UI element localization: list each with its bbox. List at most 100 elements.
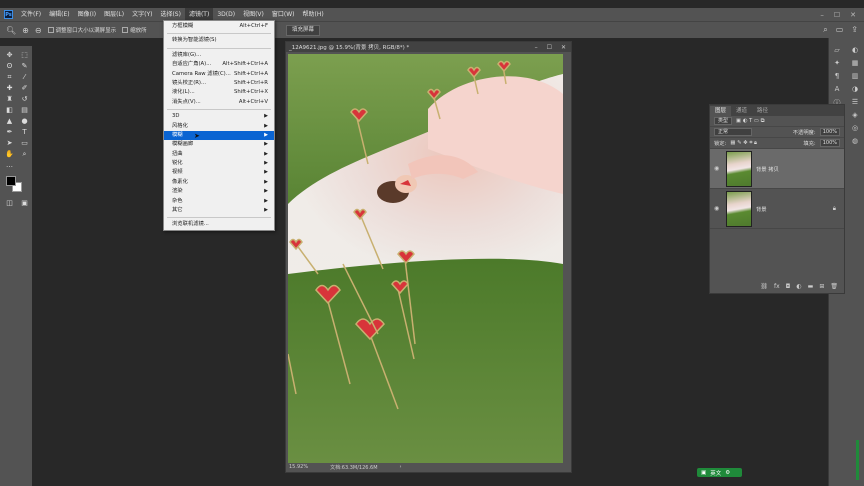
lasso-tool-icon[interactable]: ʘ — [3, 61, 16, 71]
crop-tool-icon[interactable]: ⌗ — [3, 72, 16, 82]
filter-menu-item[interactable]: 扭曲 ▶ — [164, 150, 274, 159]
filter-menu-item[interactable]: 模糊画廊 ▶ — [164, 140, 274, 149]
panel-tab[interactable]: 路径 — [752, 106, 773, 116]
hand-tool-icon[interactable]: ✋ — [3, 149, 16, 159]
filter-menu-item[interactable]: 模糊 ▶ ➤ — [164, 130, 274, 141]
dodge-tool-icon[interactable]: ● — [18, 116, 31, 126]
close-icon[interactable]: ✕ — [561, 44, 566, 51]
menu-item[interactable]: 文件(F) — [17, 8, 45, 21]
workspace-icon[interactable]: ▭ — [836, 25, 844, 35]
layers-icon[interactable]: ◈ — [849, 111, 861, 119]
history-brush-icon[interactable]: ↺ — [18, 94, 31, 104]
color-swatches[interactable] — [4, 174, 30, 194]
menu-item[interactable]: 文字(Y) — [128, 8, 156, 21]
brush-tool-icon[interactable]: ✐ — [18, 83, 31, 93]
ime-indicator[interactable]: ▣ 英文 ⚙ — [697, 468, 742, 477]
filter-menu-item[interactable]: 浏览联机滤镜... — [164, 220, 274, 229]
menu-item[interactable]: 图像(I) — [74, 8, 100, 21]
shape-tool-icon[interactable]: ▭ — [18, 138, 31, 148]
marquee-tool-icon[interactable]: ⬚ — [18, 50, 31, 60]
filter-menu-item[interactable]: 3D ▶ — [164, 112, 274, 121]
quick-select-icon[interactable]: ✎ — [18, 61, 31, 71]
filter-menu-item[interactable]: 杂色 ▶ — [164, 197, 274, 206]
image-canvas[interactable] — [288, 54, 563, 463]
filter-menu-item[interactable]: 渲染 ▶ — [164, 187, 274, 196]
properties-icon[interactable]: ☰ — [849, 98, 861, 106]
zoom-level[interactable]: 15.92% — [289, 464, 308, 471]
panel-tab[interactable]: 通道 — [731, 106, 752, 116]
maximize-icon[interactable]: ☐ — [834, 11, 840, 19]
eraser-tool-icon[interactable]: ◧ — [3, 105, 16, 115]
lock-icons[interactable]: ▦ ✎ ✥ ⌗ 🔒︎ — [730, 140, 756, 147]
filter-menu-item[interactable]: 滤镜库(G)... — [164, 51, 274, 60]
maximize-icon[interactable]: ☐ — [547, 44, 552, 51]
zoom-tool-icon[interactable]: 🔍︎ — [6, 26, 16, 35]
libraries-icon[interactable]: ▥ — [849, 72, 861, 80]
menu-item[interactable]: 图层(L) — [100, 8, 128, 21]
filter-menu-item[interactable]: 液化(L)... Shift+Ctrl+X — [164, 88, 274, 97]
close-icon[interactable]: ✕ — [850, 11, 856, 19]
zoom-all-option[interactable]: 缩放所 — [122, 26, 147, 34]
paragraph-icon[interactable]: ¶ — [831, 72, 843, 80]
adjustment-layer-icon[interactable]: ◐ — [796, 283, 801, 290]
mask-icon[interactable]: ◘ — [786, 283, 791, 290]
filter-menu-item[interactable]: 镜头校正(R)... Shift+Ctrl+R — [164, 79, 274, 88]
filter-menu-item[interactable]: 像素化 ▶ — [164, 178, 274, 187]
fill-input[interactable]: 100% — [819, 139, 840, 147]
new-layer-icon[interactable]: ⊞ — [819, 283, 824, 290]
fx-icon[interactable]: fx — [774, 283, 780, 290]
layer-row[interactable]: ◉ 背景 拷贝 — [710, 149, 844, 189]
link-icon[interactable]: ⛓ — [760, 283, 768, 290]
zoom-tool-icon[interactable]: ⌕ — [18, 149, 31, 159]
foreground-color[interactable] — [6, 176, 16, 186]
fill-screen-button[interactable]: 填充屏幕 — [286, 25, 321, 36]
layer-row[interactable]: ◉ 背景 🔒︎ — [710, 189, 844, 229]
character-icon[interactable]: A — [831, 85, 843, 93]
filter-menu-item[interactable]: 风格化 ▶ — [164, 122, 274, 131]
eyedropper-icon[interactable]: ⁄ — [18, 72, 31, 82]
more-tools-icon[interactable]: … — [3, 160, 16, 170]
minimize-icon[interactable]: – — [535, 44, 538, 51]
quick-mask-icon[interactable]: ◫ — [3, 198, 16, 208]
checkbox[interactable] — [122, 27, 129, 33]
menu-item[interactable]: 帮助(H) — [299, 8, 328, 21]
kind-filter[interactable]: 类型 — [714, 117, 733, 125]
panel-tab[interactable]: 图层 — [710, 106, 732, 116]
adjustments-icon[interactable]: ◑ — [849, 85, 861, 93]
filter-menu-item[interactable]: 转换为智能滤镜(S) — [164, 36, 274, 45]
filter-menu-item[interactable]: 方框模糊 Alt+Ctrl+F — [164, 22, 274, 31]
color-icon[interactable]: ◐ — [849, 46, 861, 54]
healing-brush-icon[interactable]: ✚ — [3, 83, 16, 93]
filter-menu-item[interactable]: Camera Raw 滤镜(C)... Shift+Ctrl+A — [164, 70, 274, 79]
document-tab[interactable]: _12A9621.jpg @ 15.9%(背景 拷贝, RGB/8*) * – … — [286, 42, 571, 52]
zoom-out-icon[interactable]: ⊖ — [35, 26, 42, 35]
filter-menu-item[interactable]: 自适应广角(A)... Alt+Shift+Ctrl+A — [164, 60, 274, 69]
group-icon[interactable]: ▬ — [808, 283, 814, 290]
pen-tool-icon[interactable]: ✒ — [3, 127, 16, 137]
eye-icon[interactable]: ◉ — [714, 165, 722, 172]
brush-preset-icon[interactable]: ✦ — [831, 59, 843, 67]
share-icon[interactable]: ⇪ — [851, 25, 858, 35]
filter-menu-item[interactable]: 锐化 ▶ — [164, 159, 274, 168]
channels-icon[interactable]: ◎ — [849, 124, 861, 132]
menu-item[interactable]: 编辑(E) — [45, 8, 73, 21]
eye-icon[interactable]: ◉ — [714, 205, 722, 212]
filter-menu-item[interactable]: 消失点(V)... Alt+Ctrl+V — [164, 98, 274, 107]
filter-menu-item[interactable]: 其它 ▶ — [164, 206, 274, 215]
opacity-input[interactable]: 100% — [819, 128, 840, 136]
status-arrow-icon[interactable]: › — [400, 464, 402, 471]
resize-windows-option[interactable]: 调整窗口大小以满屏显示 — [47, 26, 116, 34]
blur-tool-icon[interactable]: ▲ — [3, 116, 16, 126]
path-select-icon[interactable]: ➤ — [3, 138, 16, 148]
move-tool-icon[interactable]: ✥ — [3, 50, 16, 60]
paths-icon[interactable]: ◍ — [849, 137, 861, 145]
blend-mode-select[interactable]: 正常 — [714, 128, 752, 136]
minimize-icon[interactable]: – — [820, 11, 824, 19]
filter-menu-item[interactable]: 视频 ▶ — [164, 168, 274, 177]
gradient-tool-icon[interactable]: ▤ — [18, 105, 31, 115]
search-icon[interactable]: ⌕ — [823, 25, 827, 35]
zoom-in-icon[interactable]: ⊕ — [22, 26, 29, 35]
type-tool-icon[interactable]: T — [18, 127, 31, 137]
swatches-icon[interactable]: ▦ — [849, 59, 861, 67]
filter-icons[interactable]: ▣ ◐ T ▭ ⧉ — [736, 118, 764, 125]
